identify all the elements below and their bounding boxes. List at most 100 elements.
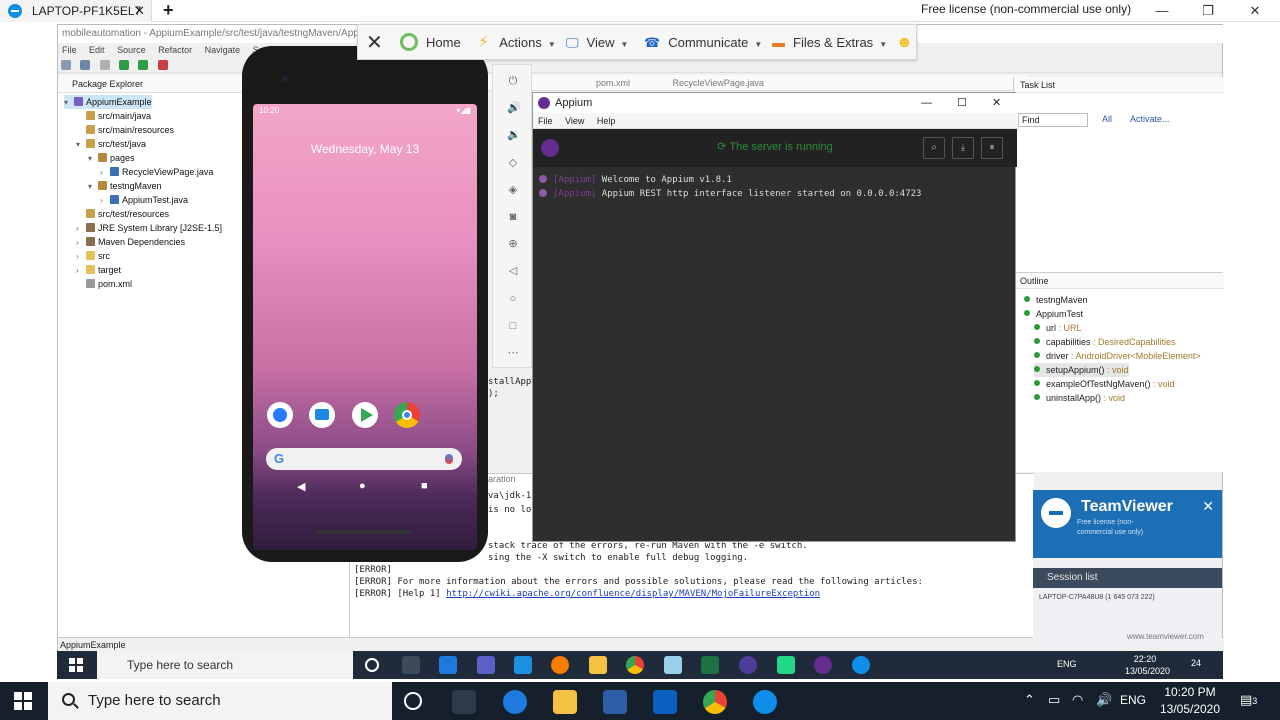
tree-toggle-icon[interactable]: ▾: [76, 138, 86, 152]
more-icon[interactable]: ⋯: [507, 347, 519, 359]
run-icon[interactable]: [138, 60, 149, 70]
home-icon[interactable]: ○: [507, 293, 519, 305]
outline-item[interactable]: capabilities : DesiredCapabilities: [1034, 335, 1176, 349]
wifi-icon[interactable]: ◠: [1072, 692, 1083, 708]
tree-item[interactable]: ▾ src/test/java: [76, 137, 146, 151]
rotate-right-icon[interactable]: ◈: [507, 184, 519, 196]
teamviewer-url[interactable]: www.teamviewer.com: [1127, 632, 1204, 641]
tree-toggle-icon[interactable]: ›: [76, 250, 86, 264]
view-menu[interactable]: 🖵 View ▼: [566, 25, 628, 63]
minimize-button[interactable]: —: [1142, 0, 1182, 22]
appium-maximize-button[interactable]: ☐: [957, 93, 967, 113]
download-logs-icon[interactable]: ⤓: [952, 137, 974, 159]
tree-item[interactable]: › target: [76, 263, 121, 277]
file-explorer-icon[interactable]: [589, 656, 607, 674]
app-icon[interactable]: [777, 656, 795, 674]
chrome-icon[interactable]: [626, 656, 644, 674]
cortana-icon[interactable]: [365, 658, 379, 672]
tab-close-icon[interactable]: ✕: [134, 0, 145, 22]
app-icon[interactable]: [664, 656, 682, 674]
tree-item[interactable]: › Maven Dependencies: [76, 235, 185, 249]
console-tab[interactable]: laration: [486, 474, 516, 484]
tree-item[interactable]: › RecycleViewPage.java: [100, 165, 213, 179]
feedback-smiley-icon[interactable]: ☻: [896, 25, 913, 61]
tree-toggle-icon[interactable]: ›: [76, 236, 86, 250]
ie-icon[interactable]: [514, 656, 532, 674]
taskbar-search-box[interactable]: Type here to search: [48, 682, 392, 720]
google-search-bar[interactable]: G: [266, 448, 462, 470]
outline-item[interactable]: url : URL: [1034, 321, 1082, 335]
task-all-link[interactable]: All: [1102, 114, 1112, 124]
remote-search-box[interactable]: Type here to search: [97, 651, 353, 679]
task-activate-link[interactable]: Activate...: [1130, 114, 1170, 124]
tab-pom-xml[interactable]: pom.xml: [596, 78, 630, 88]
outline-item[interactable]: testngMaven: [1024, 293, 1088, 307]
session-list-header[interactable]: Session list: [1033, 568, 1222, 588]
appium-menu-help[interactable]: Help: [597, 116, 616, 126]
start-button[interactable]: [14, 692, 32, 710]
appium-menu-view[interactable]: View: [565, 116, 584, 126]
mic-icon[interactable]: [445, 454, 453, 464]
external-tools-icon[interactable]: [157, 60, 168, 70]
teams-icon[interactable]: [477, 656, 495, 674]
tree-toggle-icon[interactable]: ›: [76, 264, 86, 278]
debug-icon[interactable]: [119, 60, 130, 70]
panel-close-icon[interactable]: ✕: [1202, 498, 1214, 515]
chrome-icon[interactable]: [703, 690, 727, 714]
phone-app-icon[interactable]: [267, 402, 293, 428]
nav-back-icon[interactable]: ◀: [297, 480, 305, 493]
nav-home-icon[interactable]: ●: [359, 480, 366, 492]
new-tab-button[interactable]: +: [163, 0, 174, 20]
tree-toggle-icon[interactable]: ›: [76, 222, 86, 236]
search-icon[interactable]: ⌕: [923, 137, 945, 159]
tree-item[interactable]: src/main/resources: [76, 123, 174, 137]
outline-item[interactable]: exampleOfTestNgMaven() : void: [1034, 377, 1175, 391]
remote-session-tab[interactable]: LAPTOP-PF1K5EL7 ✕: [0, 0, 152, 22]
tree-item[interactable]: › AppiumTest.java: [100, 193, 188, 207]
remote-lang[interactable]: ENG: [1057, 659, 1077, 669]
tree-item[interactable]: src/main/java: [76, 109, 151, 123]
outline-item[interactable]: uninstallApp() : void: [1034, 391, 1125, 405]
edge-icon[interactable]: [503, 690, 527, 714]
outline-item[interactable]: setupAppium() : void: [1034, 363, 1129, 377]
camera-icon[interactable]: ◙: [507, 211, 519, 223]
tree-toggle-icon[interactable]: ›: [100, 166, 110, 180]
tray-overflow-icon[interactable]: ⌃: [1024, 692, 1035, 708]
rotate-left-icon[interactable]: ◇: [507, 157, 519, 169]
eclipse-icon[interactable]: [739, 656, 757, 674]
chrome-icon[interactable]: [394, 402, 420, 428]
session-item[interactable]: LAPTOP-C7PA48U8 (1 645 073 222): [1039, 594, 1155, 601]
app-icon[interactable]: [551, 656, 569, 674]
tree-toggle-icon[interactable]: ›: [100, 194, 110, 208]
task-view-icon[interactable]: [402, 656, 420, 674]
end-session-button[interactable]: ✕: [366, 25, 383, 61]
tree-item[interactable]: ▾ testngMaven: [88, 179, 162, 193]
overview-icon[interactable]: □: [507, 320, 519, 332]
cortana-icon[interactable]: [404, 692, 422, 710]
network-icon[interactable]: ▭: [1048, 692, 1060, 708]
play-store-icon[interactable]: [352, 402, 378, 428]
remote-start-icon[interactable]: [69, 658, 83, 672]
language-indicator[interactable]: ENG: [1120, 693, 1146, 707]
files-extras-menu[interactable]: ▬ Files & Extras ▼: [772, 25, 887, 63]
save-icon[interactable]: [80, 60, 91, 70]
actions-menu[interactable]: ⚡ Actions ▼: [478, 25, 556, 63]
volume-up-icon[interactable]: 🔊: [507, 102, 521, 114]
messages-app-icon[interactable]: [309, 402, 335, 428]
tree-item[interactable]: › src: [76, 249, 110, 263]
mail-icon[interactable]: [653, 690, 677, 714]
tree-toggle-icon[interactable]: ▾: [88, 152, 98, 166]
back-icon[interactable]: ◁: [507, 265, 519, 277]
appium-menu-file[interactable]: File: [538, 116, 553, 126]
teamviewer-icon[interactable]: [753, 690, 777, 714]
task-list-title[interactable]: Task List: [1020, 80, 1055, 90]
tree-item[interactable]: ▾ pages: [88, 151, 135, 165]
excel-icon[interactable]: [701, 656, 719, 674]
file-explorer-icon[interactable]: [553, 690, 577, 714]
nav-recents-icon[interactable]: ■: [421, 480, 428, 492]
menu-refactor[interactable]: Refactor: [158, 45, 192, 55]
store-icon[interactable]: [603, 690, 627, 714]
power-icon[interactable]: ⏻: [507, 75, 519, 87]
tree-item[interactable]: › JRE System Library [J2SE-1.5]: [76, 221, 222, 235]
tree-item[interactable]: src/test/resources: [76, 207, 169, 221]
